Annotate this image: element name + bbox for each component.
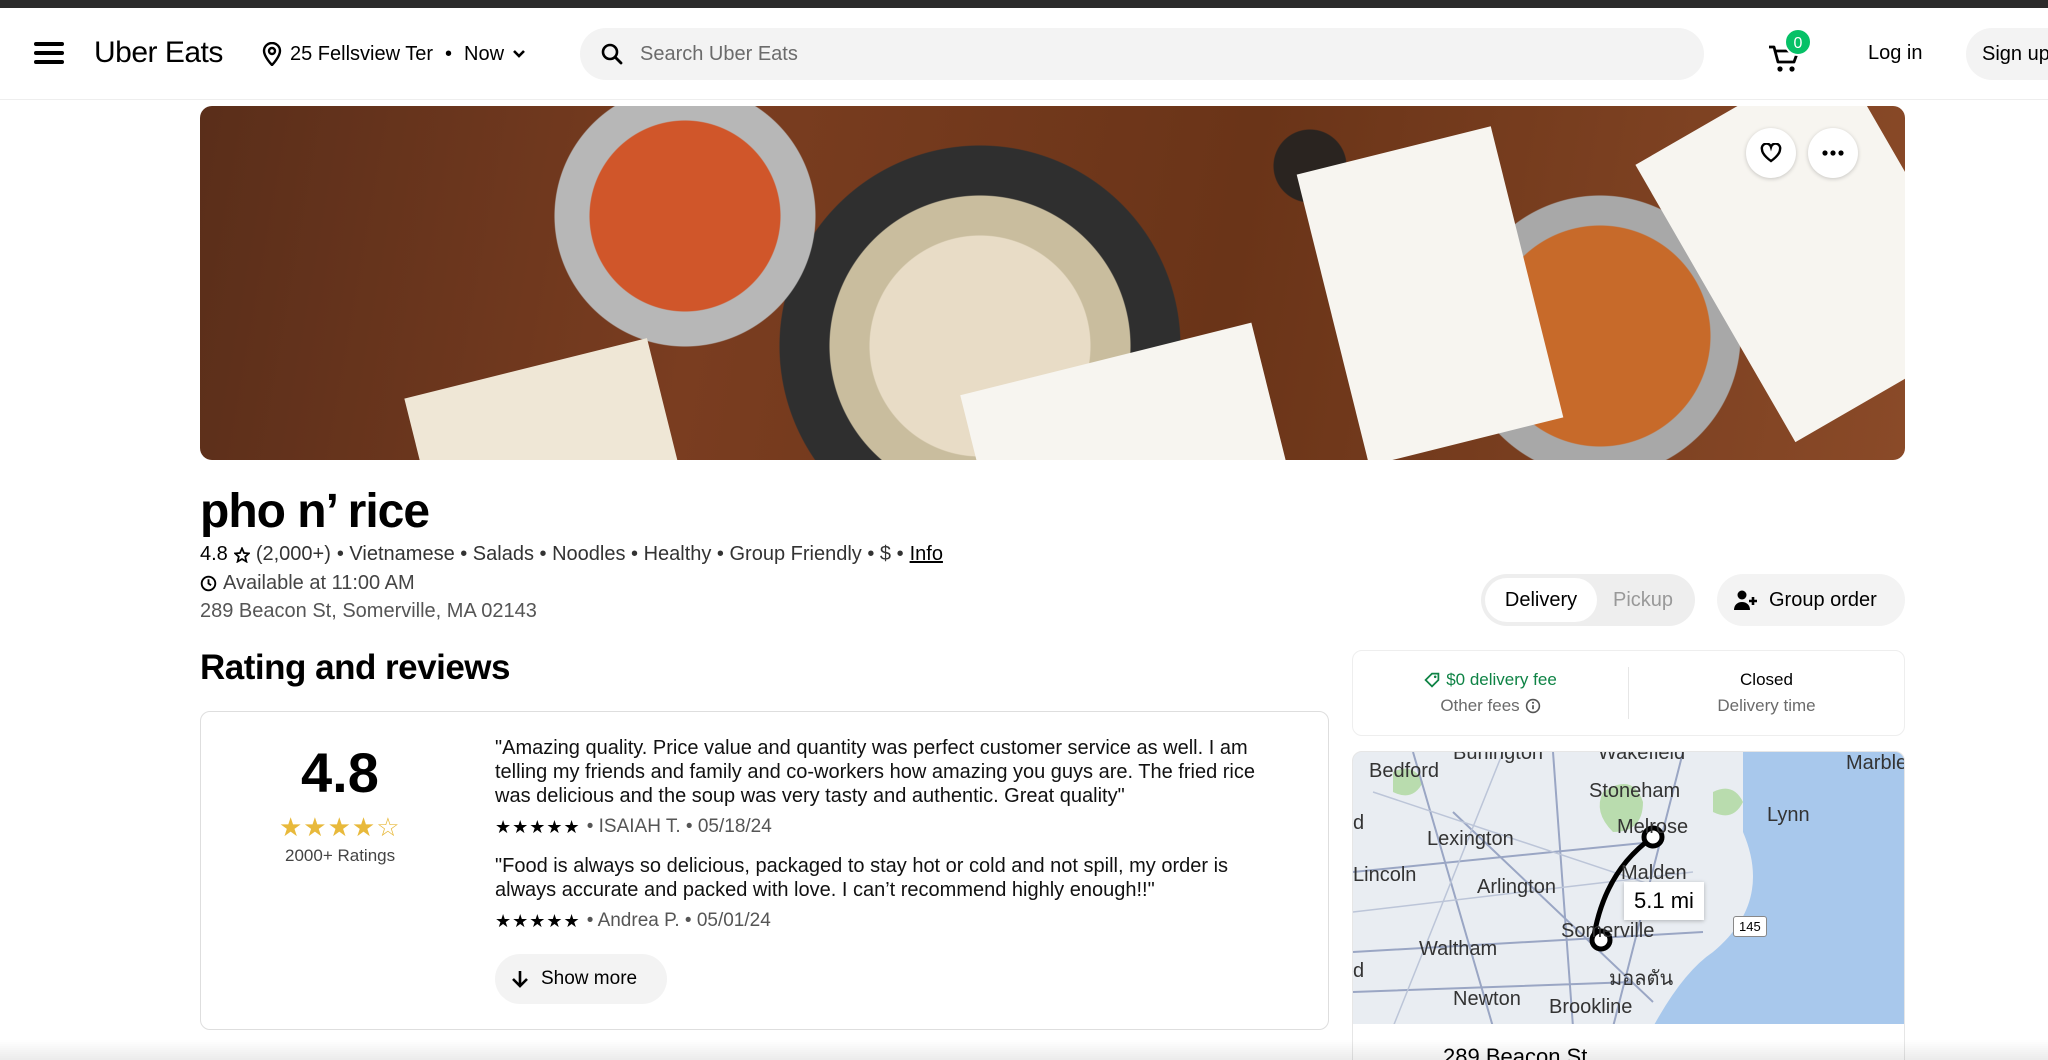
delivery-time-column: Closed Delivery time — [1629, 651, 1904, 735]
address-text: 25 Fellsview Ter — [290, 42, 434, 65]
map-place-label: Burlington — [1453, 751, 1544, 764]
fees-panel: $0 delivery fee Other fees Closed Delive… — [1352, 650, 1905, 736]
map-place-label: d — [1353, 812, 1365, 834]
store-rating: 4.8 — [200, 543, 228, 565]
search-icon — [601, 43, 623, 65]
map-place-label: Marbleh — [1846, 752, 1904, 774]
store-meta-line: 4.8 (2,000+) • Vietnamese • Salads • Noo… — [200, 543, 943, 566]
hamburger-menu-icon[interactable] — [34, 42, 64, 66]
overall-rating: 4.8 — [301, 741, 379, 804]
delivery-fee-text: $0 delivery fee — [1446, 670, 1557, 689]
delivery-fee: $0 delivery fee — [1424, 670, 1557, 690]
show-more-button[interactable]: Show more — [495, 954, 667, 1004]
store-location-map[interactable]: Burlington Wakefield Bedford Stoneham Ma… — [1352, 751, 1905, 1026]
review-author-date: • Andrea P. • 05/01/24 — [586, 910, 771, 931]
map-place-label: Arlington — [1477, 876, 1556, 898]
store-name: pho n’ rice — [200, 485, 430, 538]
map-place-label: Newton — [1453, 988, 1521, 1010]
review-meta: ★★★★★ • ISAIAH T. • 05/18/24 — [495, 816, 772, 838]
reviews-section-title: Rating and reviews — [200, 648, 510, 687]
map-address-panel: 289 Beacon St — [1352, 1024, 1905, 1060]
ratings-count: 2000+ Ratings — [285, 846, 396, 865]
map-place-label: Waltham — [1419, 938, 1498, 960]
location-pin-icon — [262, 42, 282, 66]
favorite-heart-icon[interactable] — [1746, 128, 1796, 178]
signup-button[interactable]: Sign up — [1966, 28, 2048, 80]
group-order-label: Group order — [1769, 588, 1877, 611]
review-author-date: • ISAIAH T. • 05/18/24 — [586, 816, 772, 837]
window-top-strip — [0, 0, 2048, 8]
other-fees[interactable]: Other fees — [1440, 696, 1540, 716]
map-address-text: 289 Beacon St — [1443, 1044, 1588, 1060]
store-status: Closed — [1740, 670, 1793, 689]
site-header: Uber Eats 25 Fellsview Ter • Now 0 Log i… — [0, 8, 2048, 100]
overall-stars: ★★★★☆ — [279, 812, 401, 842]
map-place-label: Bedford — [1369, 760, 1440, 782]
store-address: 289 Beacon St, Somerville, MA 02143 — [200, 600, 537, 622]
delivery-address-selector[interactable]: 25 Fellsview Ter • Now — [262, 42, 526, 66]
tag-icon — [1424, 672, 1440, 688]
delivery-option[interactable]: Delivery — [1485, 578, 1597, 622]
map-place-label: Lynn — [1767, 804, 1810, 826]
map-place-label: d — [1353, 960, 1365, 982]
map-place-label: มอลตัน — [1609, 968, 1674, 990]
clock-icon — [200, 575, 217, 592]
store-info-link[interactable]: Info — [910, 543, 943, 566]
search-bar[interactable] — [580, 28, 1704, 80]
store-rating-count: (2,000+) — [255, 543, 331, 565]
store-cuisine-tags: • Vietnamese • Salads • Noodles • Health… — [336, 543, 904, 565]
store-hero-image — [200, 106, 1905, 460]
review-text: "Food is always so delicious, packaged t… — [495, 855, 1229, 901]
login-link[interactable]: Log in — [1868, 42, 1923, 65]
map-place-label: Lexington — [1427, 828, 1514, 850]
delivery-time-text: Now — [464, 42, 505, 65]
more-options-icon[interactable] — [1808, 128, 1858, 178]
review-text: "Amazing quality. Price value and quanti… — [495, 737, 1255, 807]
info-icon[interactable] — [1525, 698, 1541, 714]
map-place-label: Stoneham — [1589, 780, 1681, 802]
cart-count-badge: 0 — [1784, 28, 1812, 56]
other-fees-text: Other fees — [1440, 696, 1520, 715]
chevron-down-icon — [513, 50, 525, 58]
star-outline-icon — [233, 546, 250, 563]
order-mode-toggle: Delivery Pickup — [1481, 574, 1695, 626]
map-place-label: Lincoln — [1353, 864, 1417, 886]
pickup-option[interactable]: Pickup — [1597, 578, 1689, 622]
review-stars: ★★★★★ — [495, 816, 581, 837]
show-more-label: Show more — [541, 968, 638, 989]
store-availability: Available at 11:00 AM — [200, 572, 415, 595]
add-person-icon — [1734, 590, 1757, 610]
arrow-down-icon — [512, 971, 528, 988]
address-separator: • — [445, 42, 453, 65]
search-input[interactable] — [640, 42, 1540, 66]
review-stars: ★★★★★ — [495, 910, 581, 931]
delivery-time-label: Delivery time — [1717, 696, 1816, 715]
group-order-button[interactable]: Group order — [1717, 574, 1905, 626]
map-place-label: Somerville — [1561, 920, 1655, 942]
review-meta: ★★★★★ • Andrea P. • 05/01/24 — [495, 910, 771, 932]
reviews-card: 4.8 ★★★★☆ 2000+ Ratings "Amazing quality… — [200, 711, 1329, 1030]
route-shield: 145 — [1733, 916, 1767, 937]
map-place-label: Brookline — [1549, 996, 1633, 1018]
map-distance-label: 5.1 mi — [1624, 882, 1704, 920]
map-place-label: Melrose — [1617, 816, 1689, 838]
delivery-fee-column: $0 delivery fee Other fees — [1353, 651, 1628, 735]
availability-text: Available at 11:00 AM — [223, 572, 415, 594]
map-place-label: Wakefield — [1598, 751, 1686, 764]
uber-eats-logo[interactable]: Uber Eats — [94, 36, 223, 70]
